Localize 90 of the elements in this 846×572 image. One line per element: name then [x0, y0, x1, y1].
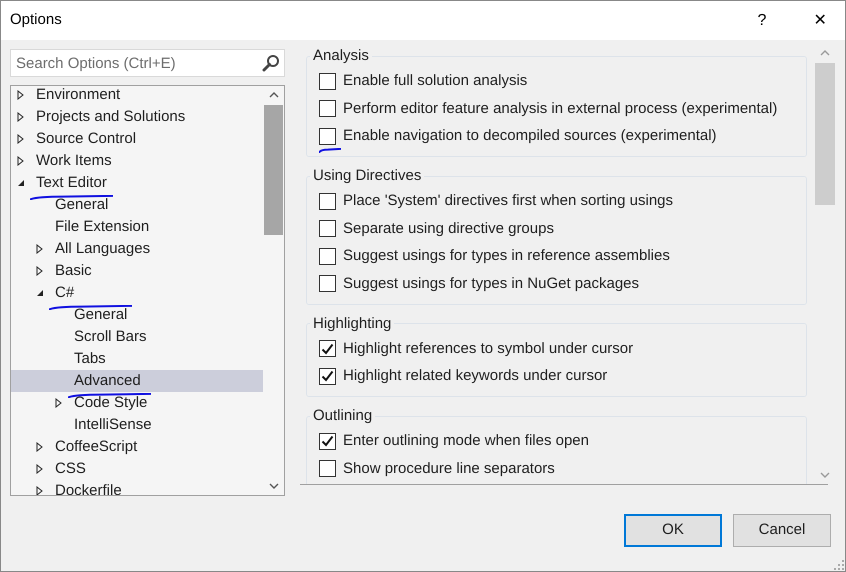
checkbox[interactable]: [319, 460, 336, 478]
checkbox[interactable]: [319, 432, 336, 450]
scroll-thumb[interactable]: [815, 63, 835, 205]
search-icon: [262, 54, 280, 72]
close-button[interactable]: ✕: [797, 6, 843, 36]
tree-label: C#: [55, 284, 74, 301]
tree-label: CSS: [55, 460, 86, 477]
resize-grip-icon[interactable]: [834, 560, 844, 570]
tree-item[interactable]: File Extension: [11, 216, 263, 238]
tree-item[interactable]: IntelliSense: [11, 414, 263, 436]
checkbox-label: Perform editor feature analysis in external process (experimental): [343, 98, 778, 118]
tree-label: Projects and Solutions: [36, 108, 186, 125]
tree-label: Tabs: [74, 350, 106, 367]
checkbox[interactable]: [319, 192, 336, 210]
tree-item[interactable]: Basic: [11, 260, 263, 282]
expand-icon[interactable]: [17, 156, 24, 166]
checkbox-label: Separate using directive groups: [343, 218, 554, 238]
tree-item[interactable]: Source Control: [11, 128, 263, 150]
tree-label: Dockerfile: [55, 482, 122, 495]
checkbox-label: Place 'System' directives first when sorting usings: [343, 191, 674, 211]
expand-icon[interactable]: [17, 90, 24, 100]
search-field[interactable]: Search Options (Ctrl+E): [10, 49, 285, 77]
checkbox[interactable]: [319, 100, 336, 118]
expand-icon[interactable]: [17, 112, 24, 122]
checkbox-label: Show procedure line separators: [343, 458, 555, 478]
check-icon: [321, 370, 334, 382]
tree-label: Basic: [55, 262, 92, 279]
checkbox[interactable]: [319, 220, 336, 238]
checkbox-label: Enable navigation to decompiled sources (experimental): [343, 126, 717, 146]
tree-item[interactable]: General: [11, 194, 263, 216]
checkbox[interactable]: [319, 248, 336, 265]
scroll-thumb[interactable]: [264, 105, 283, 235]
group-title: Using Directives: [312, 166, 422, 186]
group-title: Outlining: [312, 406, 374, 426]
tree-label: Code Style: [74, 394, 148, 411]
help-button[interactable]: ?: [739, 6, 785, 36]
tree-label: IntelliSense: [74, 416, 152, 433]
tree-item[interactable]: C#: [11, 282, 263, 304]
checkbox-label: Highlight references to symbol under cursor: [343, 338, 634, 358]
dialog-button[interactable]: Cancel: [733, 514, 831, 547]
checkbox[interactable]: [319, 275, 336, 292]
tree-item[interactable]: Tabs: [11, 348, 263, 370]
tree-label: Source Control: [36, 130, 136, 147]
tree-item[interactable]: All Languages: [11, 238, 263, 260]
checkbox-label: Highlight related keywords under cursor: [343, 366, 608, 386]
collapse-icon[interactable]: [17, 179, 25, 187]
tree-label: General: [74, 306, 128, 323]
tree-item[interactable]: Text Editor: [11, 172, 263, 194]
tree-label: Environment: [36, 86, 120, 103]
check-icon: [321, 435, 334, 448]
group-title: Highlighting: [312, 314, 392, 334]
tree-label: Text Editor: [36, 174, 107, 191]
scroll-up-icon[interactable]: [268, 92, 278, 98]
checkbox[interactable]: [319, 368, 336, 385]
expand-icon[interactable]: [36, 442, 43, 452]
tree-item[interactable]: CSS: [11, 458, 263, 480]
expand-icon[interactable]: [55, 398, 62, 408]
window-title: Options: [10, 10, 62, 30]
checkbox-label: Enter outlining mode when files open: [343, 431, 589, 451]
tree-label: Advanced: [74, 372, 141, 389]
tree-label: General: [55, 196, 108, 213]
group-title: Analysis: [312, 46, 370, 66]
tree-item[interactable]: Scroll Bars: [11, 326, 263, 348]
expand-icon[interactable]: [36, 464, 43, 474]
tree-item[interactable]: Environment: [11, 86, 263, 106]
tree-item[interactable]: Dockerfile: [11, 480, 263, 495]
checkbox[interactable]: [319, 128, 336, 145]
checkbox[interactable]: [319, 340, 336, 358]
tree-label: Work Items: [36, 152, 112, 169]
tree-item[interactable]: Work Items: [11, 150, 263, 172]
expand-icon[interactable]: [17, 134, 24, 144]
checkbox[interactable]: [319, 72, 336, 90]
tree-label: Scroll Bars: [74, 328, 147, 345]
checkbox-label: Suggest usings for types in reference assemblies: [343, 246, 670, 266]
tree-label: File Extension: [55, 218, 150, 235]
checkbox-label: Suggest usings for types in NuGet packages: [343, 274, 640, 294]
expand-icon[interactable]: [36, 266, 43, 276]
expand-icon[interactable]: [36, 244, 43, 254]
collapse-icon[interactable]: [36, 289, 44, 297]
scroll-down-icon[interactable]: [268, 483, 278, 489]
tree-label: CoffeeScript: [55, 438, 138, 455]
tree-item[interactable]: Code Style: [11, 392, 263, 414]
expand-icon[interactable]: [36, 486, 43, 495]
tree-item[interactable]: Projects and Solutions: [11, 106, 263, 128]
tree-item[interactable]: CoffeeScript: [11, 436, 263, 458]
tree-item[interactable]: General: [11, 304, 263, 326]
checkbox-label: Enable full solution analysis: [343, 71, 528, 91]
tree-label: All Languages: [55, 240, 150, 257]
check-icon: [321, 342, 334, 355]
dialog-button[interactable]: OK: [624, 514, 722, 547]
